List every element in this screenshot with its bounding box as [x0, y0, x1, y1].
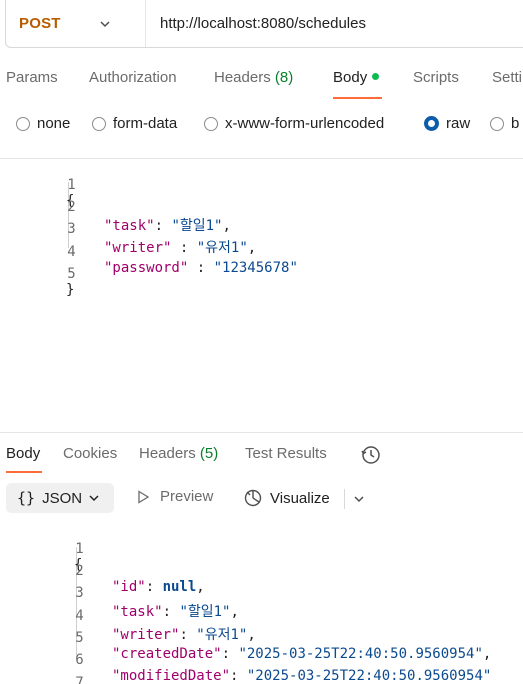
preview-label: Preview	[160, 488, 214, 505]
code-line: 5 }	[0, 250, 523, 298]
code-line: 2 "id": null,	[0, 547, 523, 595]
tab-authorization[interactable]: Authorization	[89, 69, 177, 86]
radio-selected-icon	[424, 116, 439, 131]
radio-form-data-label: form-data	[113, 115, 178, 132]
tab-body[interactable]: Body	[333, 69, 380, 86]
tab-settings[interactable]: Setti	[492, 69, 522, 86]
tab-headers-count: (8)	[274, 69, 294, 86]
code-line: 7 }	[0, 659, 523, 684]
radio-none-label: none	[37, 115, 71, 132]
visualize-label: Visualize	[270, 489, 330, 507]
code-line: 3 "task": "할일1",	[0, 569, 523, 620]
editor-divider	[0, 158, 523, 159]
line-number: 5	[67, 266, 76, 282]
request-tabs: Params Authorization Headers (8) Body Sc…	[0, 60, 523, 100]
response-tab-headers[interactable]: Headers (5)	[139, 445, 218, 462]
tab-headers[interactable]: Headers (8)	[214, 69, 293, 86]
chevron-down-icon[interactable]	[353, 493, 365, 505]
body-type-options: none form-data x-www-form-urlencoded raw…	[0, 112, 523, 138]
radio-none[interactable]: none	[16, 115, 70, 132]
chevron-down-icon	[89, 495, 99, 502]
body-status-dot-icon	[372, 73, 380, 80]
tab-body-label: Body	[333, 69, 368, 86]
response-toolbar: {} JSON Preview Visualize	[0, 482, 523, 514]
code-line: 6 "modifiedDate": "2025-03-25T22:40:50.9…	[0, 636, 523, 684]
tab-scripts[interactable]: Scripts	[413, 69, 459, 86]
code-line: 2 "task": "할일1",	[0, 183, 523, 234]
code-line: 5 "createdDate": "2025-03-25T22:40:50.95…	[0, 614, 523, 662]
radio-circle-icon	[204, 116, 218, 131]
code-line: 4 "writer": "유저1",	[0, 592, 523, 643]
url-input[interactable]: http://localhost:8080/schedules	[160, 15, 366, 32]
radio-circle-icon	[490, 116, 504, 131]
response-tab-headers-count: (5)	[199, 445, 219, 462]
method-selector[interactable]: POST	[6, 0, 146, 47]
radio-binary-label: b	[511, 115, 520, 132]
radio-circle-icon	[16, 116, 30, 131]
radio-urlencoded-label: x-www-form-urlencoded	[225, 115, 385, 132]
url-bar: POST http://localhost:8080/schedules	[5, 0, 523, 48]
method-label: POST	[19, 15, 61, 32]
line-number: 7	[75, 675, 84, 684]
code-text: }	[66, 282, 75, 298]
active-tab-indicator	[333, 97, 382, 99]
radio-form-data[interactable]: form-data	[92, 115, 177, 132]
radio-urlencoded[interactable]: x-www-form-urlencoded	[204, 115, 384, 132]
response-tabs: Body Cookies Headers (5) Test Results	[0, 438, 523, 474]
radio-raw[interactable]: raw	[424, 115, 470, 132]
format-selector[interactable]: {} JSON	[6, 483, 114, 513]
preview-button[interactable]: Preview	[136, 488, 213, 505]
code-line: 1 {	[0, 525, 523, 573]
response-tab-headers-label: Headers	[139, 445, 196, 462]
play-icon	[138, 489, 150, 504]
visualize-icon	[244, 489, 262, 507]
code-line: 1 {	[0, 161, 523, 209]
chevron-down-icon	[100, 20, 110, 27]
radio-binary[interactable]: b	[490, 115, 519, 132]
code-line: 3 "writer" : "유저1",	[0, 205, 523, 256]
format-label: JSON	[42, 489, 83, 507]
tab-headers-label: Headers	[214, 69, 271, 86]
tab-params[interactable]: Params	[6, 69, 58, 86]
response-tab-test-results[interactable]: Test Results	[245, 445, 327, 462]
code-line: 4 "password" : "12345678"	[0, 228, 523, 276]
radio-raw-label: raw	[446, 115, 471, 132]
response-tab-body[interactable]: Body	[6, 445, 40, 462]
radio-circle-icon	[92, 116, 106, 131]
history-icon[interactable]	[360, 444, 382, 466]
response-tab-cookies[interactable]: Cookies	[63, 445, 117, 462]
active-response-tab-indicator	[6, 471, 42, 473]
visualize-button[interactable]: Visualize	[243, 488, 330, 508]
braces-icon: {}	[17, 489, 36, 507]
response-divider[interactable]	[0, 432, 523, 433]
toolbar-separator	[344, 489, 345, 509]
